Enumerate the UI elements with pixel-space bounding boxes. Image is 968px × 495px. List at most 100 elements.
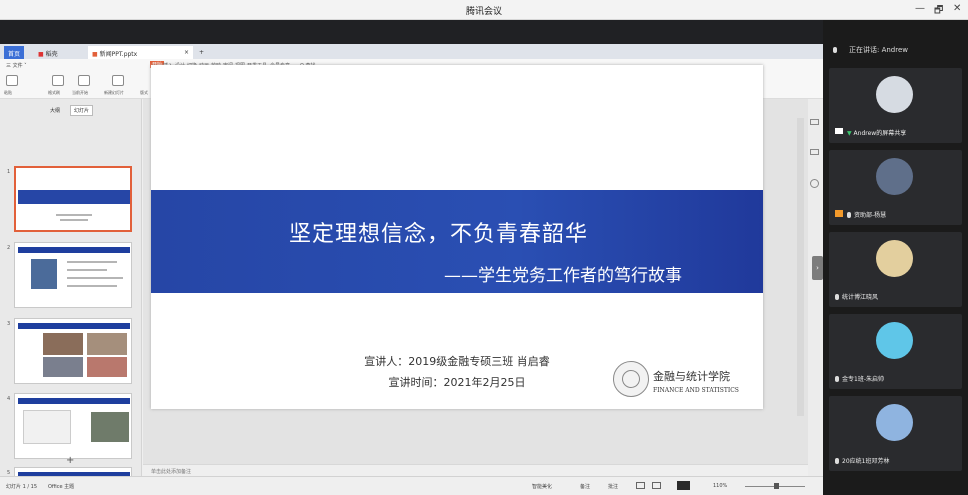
slides-tab[interactable]: 幻灯片 bbox=[70, 105, 94, 116]
new-slide-label: 新建幻灯片 bbox=[104, 90, 124, 95]
theme-name: Office 主题 bbox=[48, 484, 75, 490]
meeting-bar bbox=[0, 20, 823, 44]
docer-icon: ■ bbox=[38, 51, 44, 58]
outline-tab[interactable]: 大纲 bbox=[50, 107, 60, 114]
sorter-view-icon[interactable] bbox=[652, 482, 661, 489]
slide-thumbnail-4[interactable] bbox=[14, 393, 132, 459]
window-titlebar: 腾讯会议 — 🗗 ✕ bbox=[0, 0, 968, 20]
normal-view-icon[interactable] bbox=[636, 482, 645, 489]
thumb-line bbox=[60, 219, 88, 221]
speaking-indicator: 正在讲话: Andrew bbox=[823, 40, 968, 60]
slide-thumbnails-pane: 大纲 幻灯片 1 2 3 4 5 + bbox=[0, 99, 142, 495]
slide-title: 坚定理想信念，不负青春韶华 bbox=[289, 222, 589, 247]
status-bar: 幻灯片 1 / 15 Office 主题 智能美化 备注 批注 110% bbox=[0, 476, 823, 495]
seal-inner-ring bbox=[622, 370, 640, 388]
play-icon[interactable] bbox=[78, 75, 90, 86]
close-button[interactable]: ✕ bbox=[953, 3, 961, 14]
right-toolbar bbox=[808, 99, 823, 476]
paste-label: 粘贴 bbox=[4, 90, 12, 95]
avatar bbox=[876, 404, 913, 441]
thumb-header-bar bbox=[18, 398, 130, 404]
smart-beautify-button[interactable]: 智能美化 bbox=[532, 483, 552, 490]
school-seal-icon bbox=[613, 361, 649, 397]
participant-name: 资助部-杨慧 bbox=[835, 210, 886, 219]
format-painter-label: 格式刷 bbox=[48, 90, 60, 95]
participant-name: ▼ Andrew的屏幕共享 bbox=[835, 128, 906, 137]
slide-number: 1 bbox=[7, 169, 11, 175]
new-slide-icon[interactable] bbox=[112, 75, 124, 86]
minimize-button[interactable]: — bbox=[915, 3, 925, 14]
thumb-line bbox=[67, 261, 117, 263]
thumb-header-bar bbox=[18, 323, 130, 329]
comments-button[interactable]: 批注 bbox=[608, 483, 618, 490]
layout-label[interactable]: 版式 bbox=[140, 90, 148, 96]
slide-number: 3 bbox=[7, 321, 11, 327]
participant-tile[interactable]: 20应统1班邓芳林 bbox=[829, 396, 962, 471]
thumb-photo bbox=[43, 357, 83, 377]
menu-file[interactable]: 三 文件 ˅ bbox=[6, 62, 27, 69]
thumb-line bbox=[67, 269, 107, 271]
format-painter-icon[interactable] bbox=[52, 75, 64, 86]
slide-thumbnail-1[interactable] bbox=[14, 166, 132, 232]
paste-icon[interactable] bbox=[6, 75, 18, 86]
ppt-icon: ■ bbox=[92, 51, 98, 58]
thumb-line bbox=[56, 214, 92, 216]
mic-icon bbox=[835, 376, 839, 382]
tab-ppt-label: 新闻PPT.pptx bbox=[99, 51, 138, 58]
participant-name: 金专1班-朱启帅 bbox=[835, 374, 884, 383]
thumb-document bbox=[23, 410, 71, 444]
participant-name: 统计博江晓风 bbox=[835, 292, 878, 301]
tab-close-icon[interactable]: × bbox=[184, 49, 189, 56]
tab-home[interactable]: 首页 bbox=[4, 46, 25, 59]
property-icon[interactable] bbox=[810, 119, 819, 125]
notes-area[interactable]: 单击此处添加备注 bbox=[143, 464, 808, 476]
thumb-line bbox=[67, 285, 117, 287]
window-title: 腾讯会议 bbox=[465, 7, 502, 17]
play-label: 当前开始 bbox=[72, 90, 88, 95]
tab-bar: 首页 ■ 稻壳 ■ 新闻PPT.pptx × + bbox=[0, 44, 823, 59]
style-icon[interactable] bbox=[810, 149, 819, 155]
zoom-thumb[interactable] bbox=[774, 483, 779, 489]
screen-share-icon bbox=[835, 128, 843, 134]
slide-scrollbar[interactable] bbox=[797, 118, 804, 416]
slide-counter: 幻灯片 1 / 15 bbox=[6, 484, 37, 490]
thumb-photo bbox=[87, 333, 127, 355]
tab-docer[interactable]: ■ 稻壳 bbox=[34, 46, 62, 59]
participant-tile[interactable]: 统计博江晓风 bbox=[829, 232, 962, 307]
current-slide[interactable]: 坚定理想信念，不负青春韶华 ——学生党务工作者的笃行故事 宣讲人：2019级金融… bbox=[151, 65, 763, 409]
participant-tile[interactable]: 金专1班-朱启帅 bbox=[829, 314, 962, 389]
thumb-photo bbox=[87, 357, 127, 377]
restore-button[interactable]: 🗗 bbox=[934, 3, 943, 20]
avatar bbox=[876, 158, 913, 195]
notes-button[interactable]: 备注 bbox=[580, 483, 590, 490]
participant-name: 20应统1班邓芳林 bbox=[835, 456, 889, 465]
thumb-photo bbox=[91, 412, 129, 442]
participant-panel: 正在讲话: Andrew ▼ Andrew的屏幕共享 资助部-杨慧 统计博江晓风… bbox=[823, 20, 968, 495]
notes-placeholder: 单击此处添加备注 bbox=[151, 469, 192, 475]
mic-icon bbox=[835, 294, 839, 300]
speaker-line: 宣讲人：2019级金融专硕三班 肖启睿 bbox=[364, 355, 550, 368]
slide-thumbnail-3[interactable] bbox=[14, 318, 132, 384]
speaking-text: 正在讲话: Andrew bbox=[849, 46, 909, 54]
tab-docer-label: 稻壳 bbox=[45, 51, 58, 58]
help-icon[interactable] bbox=[810, 179, 819, 188]
user-icon bbox=[835, 210, 843, 217]
new-tab-button[interactable]: + bbox=[195, 46, 208, 59]
avatar bbox=[876, 322, 913, 359]
expand-panel-button[interactable]: › bbox=[812, 256, 823, 280]
slideshow-play-icon[interactable] bbox=[677, 481, 690, 490]
slide-subtitle: ——学生党务工作者的笃行故事 bbox=[444, 266, 682, 286]
thumb-header-bar bbox=[18, 247, 130, 253]
title-band: 坚定理想信念，不负青春韶华 ——学生党务工作者的笃行故事 bbox=[151, 190, 763, 293]
school-name-en: FINANCE AND STATISTICS bbox=[653, 387, 739, 394]
slide-number: 4 bbox=[7, 396, 11, 402]
slide-number: 2 bbox=[7, 245, 11, 251]
add-slide-button[interactable]: + bbox=[66, 455, 74, 466]
participant-tile[interactable]: ▼ Andrew的屏幕共享 bbox=[829, 68, 962, 143]
slide-thumbnail-2[interactable] bbox=[14, 242, 132, 308]
participant-tile[interactable]: 资助部-杨慧 bbox=[829, 150, 962, 225]
thumb-title-band bbox=[18, 190, 130, 204]
tab-ppt[interactable]: ■ 新闻PPT.pptx × bbox=[88, 46, 193, 59]
avatar bbox=[876, 240, 913, 277]
avatar bbox=[876, 76, 913, 113]
